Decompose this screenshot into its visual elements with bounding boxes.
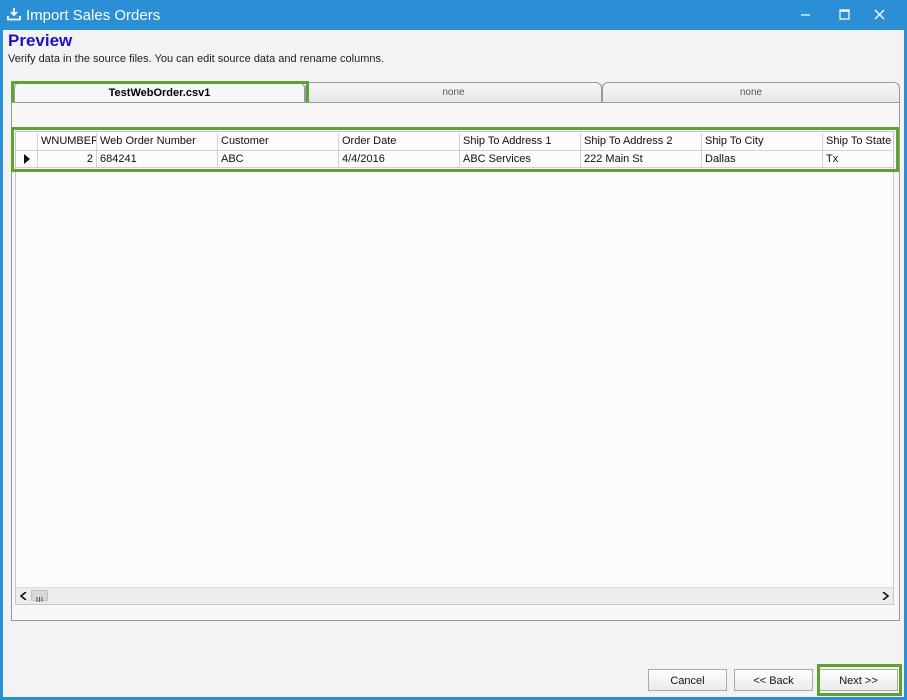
client-area: Preview Verify data in the source files.…	[3, 30, 904, 697]
back-button[interactable]: << Back	[734, 669, 813, 691]
cell-web-order-number[interactable]: 684241	[97, 151, 218, 168]
grip-icon	[36, 597, 43, 602]
grid-corner-cell	[16, 133, 38, 151]
maximize-button[interactable]	[827, 0, 861, 28]
column-header-ship-to-state[interactable]: Ship To State	[823, 133, 893, 151]
column-header-ship-to-address-2[interactable]: Ship To Address 2	[581, 133, 702, 151]
column-header-web-order-number[interactable]: Web Order Number	[97, 133, 218, 151]
column-header-customer[interactable]: Customer	[218, 133, 339, 151]
maximize-icon	[838, 8, 850, 20]
tab-none-2[interactable]: none	[602, 82, 900, 102]
column-header-wnumber[interactable]: WNUMBER	[38, 133, 97, 151]
grid-header-row: WNUMBER Web Order Number Customer Order …	[16, 133, 893, 151]
scroll-right-icon[interactable]	[882, 592, 889, 600]
tab-none-1[interactable]: none	[305, 82, 602, 102]
cell-wnumber[interactable]: 2	[38, 151, 97, 168]
next-button[interactable]: Next >>	[819, 669, 898, 691]
column-header-order-date[interactable]: Order Date	[339, 133, 460, 151]
cell-ship-to-state[interactable]: Tx	[823, 151, 893, 168]
file-tabs: TestWebOrder.csv1 none none	[11, 82, 900, 104]
cell-customer[interactable]: ABC	[218, 151, 339, 168]
close-icon	[874, 9, 884, 19]
data-grid[interactable]: WNUMBER Web Order Number Customer Order …	[15, 131, 894, 605]
row-selector[interactable]	[16, 151, 38, 168]
cell-order-date[interactable]: 4/4/2016	[339, 151, 460, 168]
title-bar: Import Sales Orders	[0, 0, 907, 30]
scroll-left-icon[interactable]	[20, 592, 27, 600]
table-row[interactable]: 2 684241 ABC 4/4/2016 ABC Services 222 M…	[16, 151, 893, 168]
cancel-button[interactable]: Cancel	[648, 669, 727, 691]
scroll-thumb[interactable]	[31, 590, 48, 602]
page-title: Preview	[8, 31, 73, 50]
cell-ship-to-address-1[interactable]: ABC Services	[460, 151, 581, 168]
column-header-ship-to-address-1[interactable]: Ship To Address 1	[460, 133, 581, 151]
window-title: Import Sales Orders	[26, 7, 161, 24]
column-header-ship-to-city[interactable]: Ship To City	[702, 133, 823, 151]
close-button[interactable]	[862, 0, 896, 28]
tab-testweborder[interactable]: TestWebOrder.csv1	[14, 82, 305, 102]
import-sales-orders-window: Import Sales Orders Preview Verify data …	[0, 0, 907, 700]
download-icon	[7, 8, 21, 21]
cell-ship-to-city[interactable]: Dallas	[702, 151, 823, 168]
minimize-icon	[800, 13, 810, 16]
preview-panel: WNUMBER Web Order Number Customer Order …	[11, 102, 900, 621]
page-subtitle: Verify data in the source files. You can…	[8, 53, 385, 65]
horizontal-scrollbar[interactable]	[16, 587, 893, 604]
current-row-arrow-icon	[23, 154, 30, 164]
minimize-button[interactable]	[788, 0, 822, 28]
cell-ship-to-address-2[interactable]: 222 Main St	[581, 151, 702, 168]
